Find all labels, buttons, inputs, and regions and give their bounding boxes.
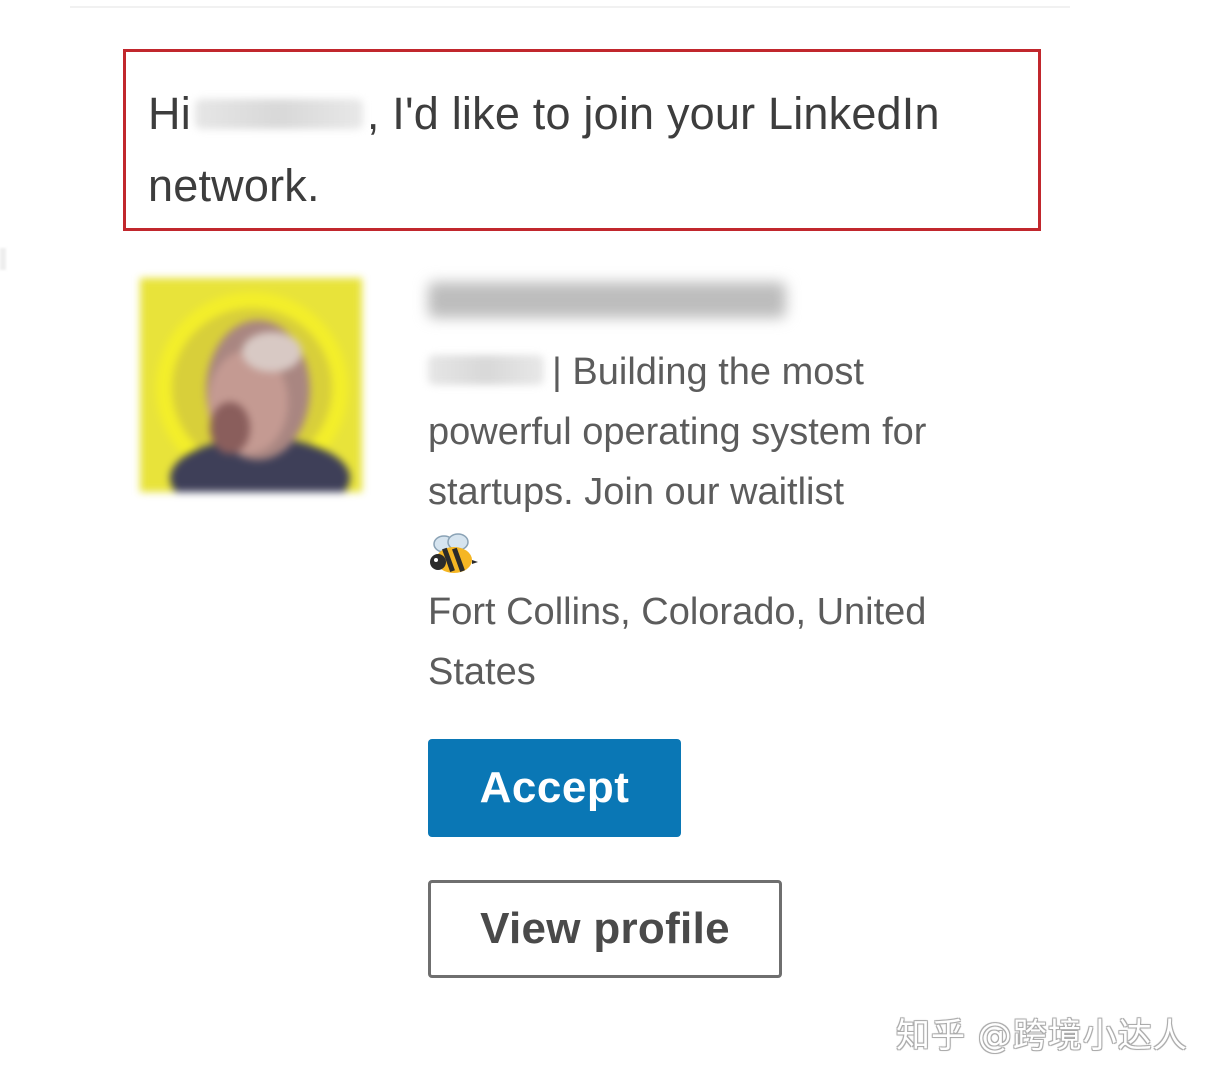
greeting-line2: network. [148,160,320,211]
redacted-profile-name[interactable] [428,282,786,318]
view-profile-button[interactable]: View profile [428,880,782,978]
invitation-message: Hi , I'd like to join your LinkedIn netwo… [123,49,1041,231]
avatar[interactable] [140,278,362,492]
watermark-text: 知乎 @跨境小达人 [896,1016,1188,1056]
redacted-recipient-name [194,99,363,130]
invitation-message-text: Hi , I'd like to join your LinkedIn netwo… [148,78,1018,222]
avatar-photo [140,278,362,492]
profile-location: Fort Collins, Colorado, United States [428,591,927,693]
profile-info: | Building the most powerful operating s… [428,272,988,702]
greeting-suffix: , I'd like to join your LinkedIn [366,88,940,139]
bee-emoji-icon [430,533,478,573]
edge-mark [0,248,6,270]
top-divider [70,6,1070,8]
redacted-company [428,354,544,385]
accept-button[interactable]: Accept [428,739,681,837]
greeting-prefix: Hi [148,88,191,139]
profile-headline: | Building the most powerful operating s… [428,342,988,582]
